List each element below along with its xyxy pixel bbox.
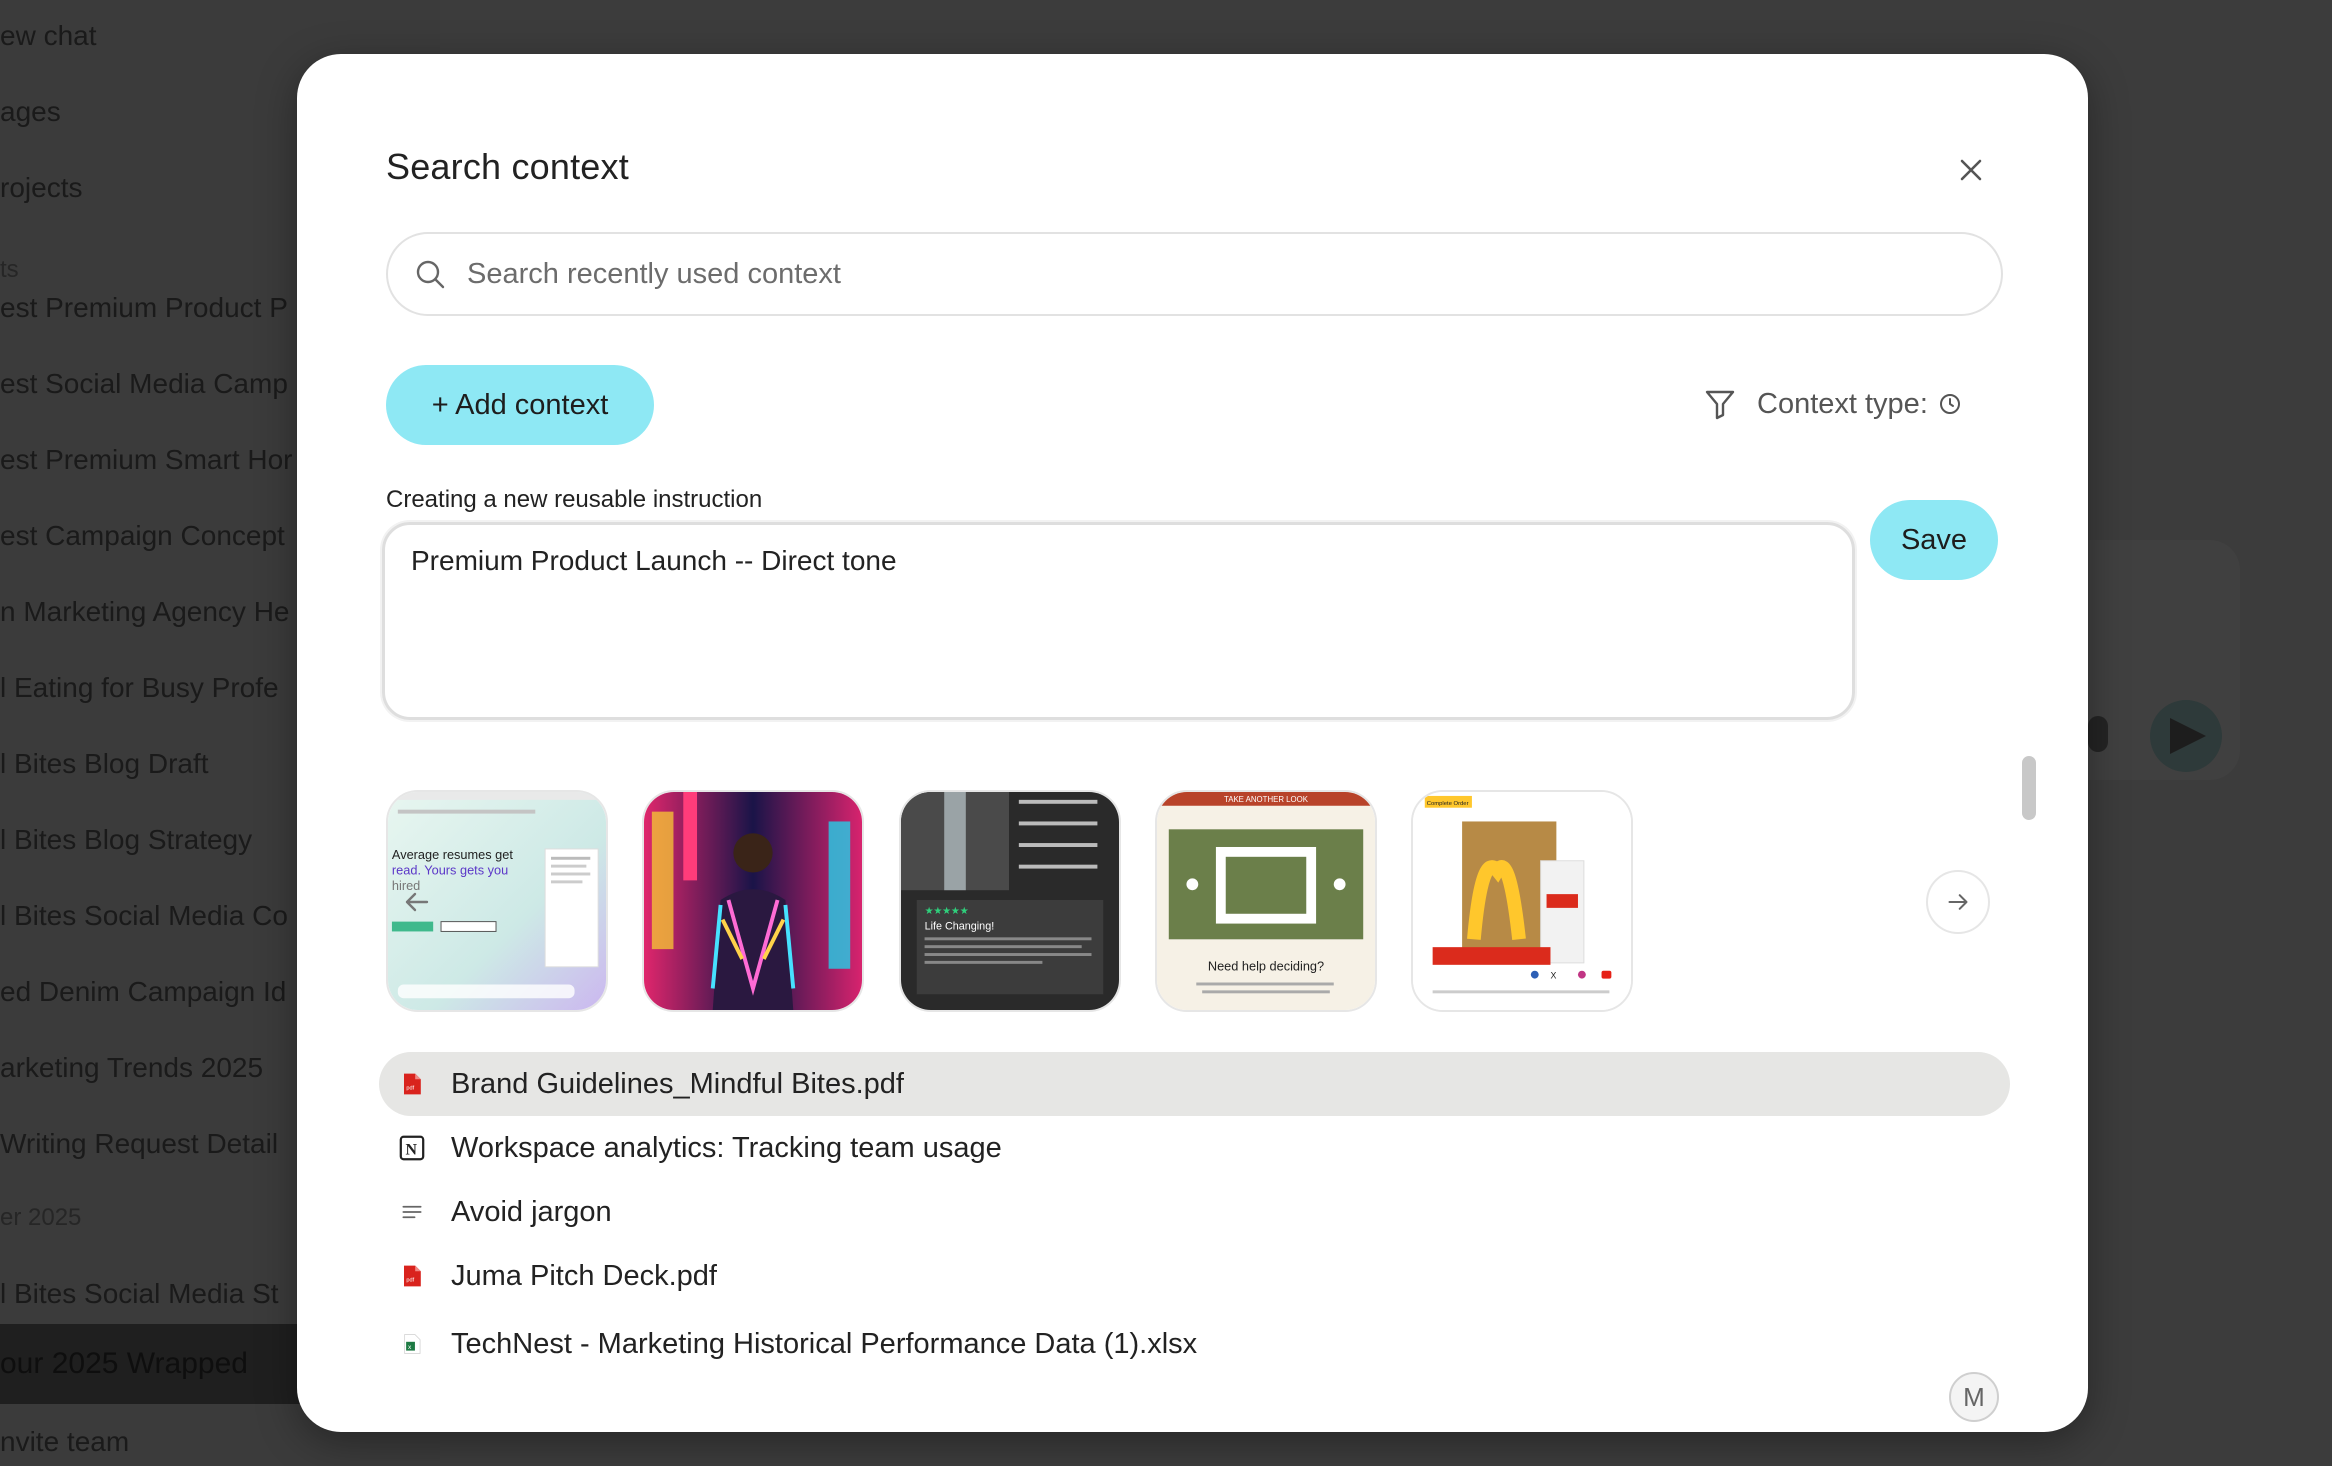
search-icon (416, 260, 445, 289)
svg-text:pdf: pdf (406, 1086, 414, 1092)
list-item[interactable]: pdf Juma Pitch Deck.pdf (379, 1244, 2010, 1308)
instruction-box: Premium Product Launch -- Direct tone (382, 522, 1855, 720)
list-item-label: Workspace analytics: Tracking team usage (451, 1131, 1002, 1164)
sidebar-section: ts (0, 256, 19, 283)
modal-title: Search context (386, 146, 629, 187)
context-type-label: Context type: (1757, 387, 1928, 420)
supplement-product-thumbnail[interactable]: ★★★★★ Life Changing! (899, 790, 1121, 1012)
sidebar-item: l Eating for Busy Profe (0, 672, 279, 703)
sidebar-item: arketing Trends 2025 (0, 1052, 264, 1083)
send-icon (2170, 718, 2206, 754)
search-box (386, 232, 2003, 316)
thumbnail-text: Life Changing! (925, 920, 995, 932)
svg-text:★★★★★: ★★★★★ (925, 906, 969, 917)
text-lines-icon (397, 1197, 427, 1227)
thumbnail-text: read. Yours gets you (392, 862, 508, 877)
mcdonalds-email-thumbnail[interactable]: Complete Order X (1411, 790, 1633, 1012)
thumbnail-text: Average resumes get (392, 847, 513, 862)
sidebar-section: er 2025 (0, 1204, 82, 1231)
sidebar-item: l Bites Blog Strategy (0, 824, 253, 855)
sidebar-item: est Premium Smart Hor (0, 444, 293, 475)
list-item[interactable]: x TechNest - Marketing Historical Perfor… (379, 1312, 2010, 1376)
filter-icon (1705, 390, 1735, 420)
sidebar-item: l Bites Social Media Co (0, 900, 288, 931)
sidebar-item: ages (0, 96, 61, 127)
arrow-right-icon (1948, 894, 1968, 910)
sidebar-item: n Marketing Agency He (0, 596, 290, 627)
list-item[interactable]: N Workspace analytics: Tracking team usa… (379, 1116, 2010, 1180)
thumbnail-text: Need help deciding? (1208, 959, 1324, 974)
list-item[interactable]: pdf Brand Guidelines_Mindful Bites.pdf (379, 1052, 2010, 1116)
search-context-modal: Search context + Add context Context typ… (297, 54, 2088, 1432)
thumbnail-text: Complete Order (1427, 801, 1469, 807)
microphone-icon (2088, 716, 2108, 752)
search-input[interactable] (467, 257, 1867, 291)
sidebar-item: est Social Media Camp (0, 368, 288, 399)
sidebar-item: ed Denim Campaign Id (0, 976, 287, 1007)
neon-fashion-thumbnail[interactable] (642, 790, 864, 1012)
excel-icon: x (397, 1329, 427, 1359)
context-list: pdf Brand Guidelines_Mindful Bites.pdf N… (379, 1052, 2010, 1376)
clock-icon (1939, 394, 1960, 414)
carousel-next-button[interactable] (1926, 870, 1990, 934)
sidebar-item: rojects (0, 172, 83, 203)
svg-text:X: X (1550, 971, 1556, 981)
pdf-icon: pdf (397, 1069, 427, 1099)
list-item-label: Brand Guidelines_Mindful Bites.pdf (451, 1067, 904, 1100)
notion-icon: N (397, 1133, 427, 1163)
svg-text:N: N (405, 1142, 417, 1159)
list-item-label: Avoid jargon (451, 1195, 612, 1228)
save-button[interactable]: Save (1870, 500, 1998, 580)
sidebar-item: est Campaign Concept (0, 520, 285, 551)
close-button[interactable] (1951, 150, 1991, 190)
sidebar-item: l Bites Social Media St (0, 1278, 279, 1309)
thumbnail-text: TAKE ANOTHER LOOK (1224, 795, 1309, 804)
list-item[interactable]: Avoid jargon (379, 1180, 2010, 1244)
list-item-label: TechNest - Marketing Historical Performa… (451, 1327, 1198, 1360)
instruction-input[interactable]: Premium Product Launch -- Direct tone (385, 525, 1852, 717)
instruction-label: Creating a new reusable instruction (386, 486, 763, 513)
avatar[interactable]: M (1949, 1372, 1999, 1422)
svg-text:pdf: pdf (406, 1278, 414, 1284)
context-type-filter[interactable]: Context type: (1703, 384, 1962, 424)
sidebar-item: ew chat (0, 20, 97, 51)
sidebar-item: Writing Request Detail (0, 1128, 279, 1159)
arrow-left-icon[interactable] (397, 882, 437, 922)
sidebar-item: l Bites Blog Draft (0, 748, 209, 779)
sidebar-item: est Premium Product P (0, 292, 288, 323)
list-item-label: Juma Pitch Deck.pdf (451, 1259, 717, 1292)
sidebar-item: nvite team (0, 1426, 130, 1457)
add-context-button[interactable]: + Add context (386, 365, 654, 445)
rug-shop-thumbnail[interactable]: TAKE ANOTHER LOOK Need help deciding? (1155, 790, 1377, 1012)
pdf-icon: pdf (397, 1261, 427, 1291)
close-icon (1960, 159, 1982, 181)
scrollbar-thumb[interactable] (2022, 756, 2036, 820)
